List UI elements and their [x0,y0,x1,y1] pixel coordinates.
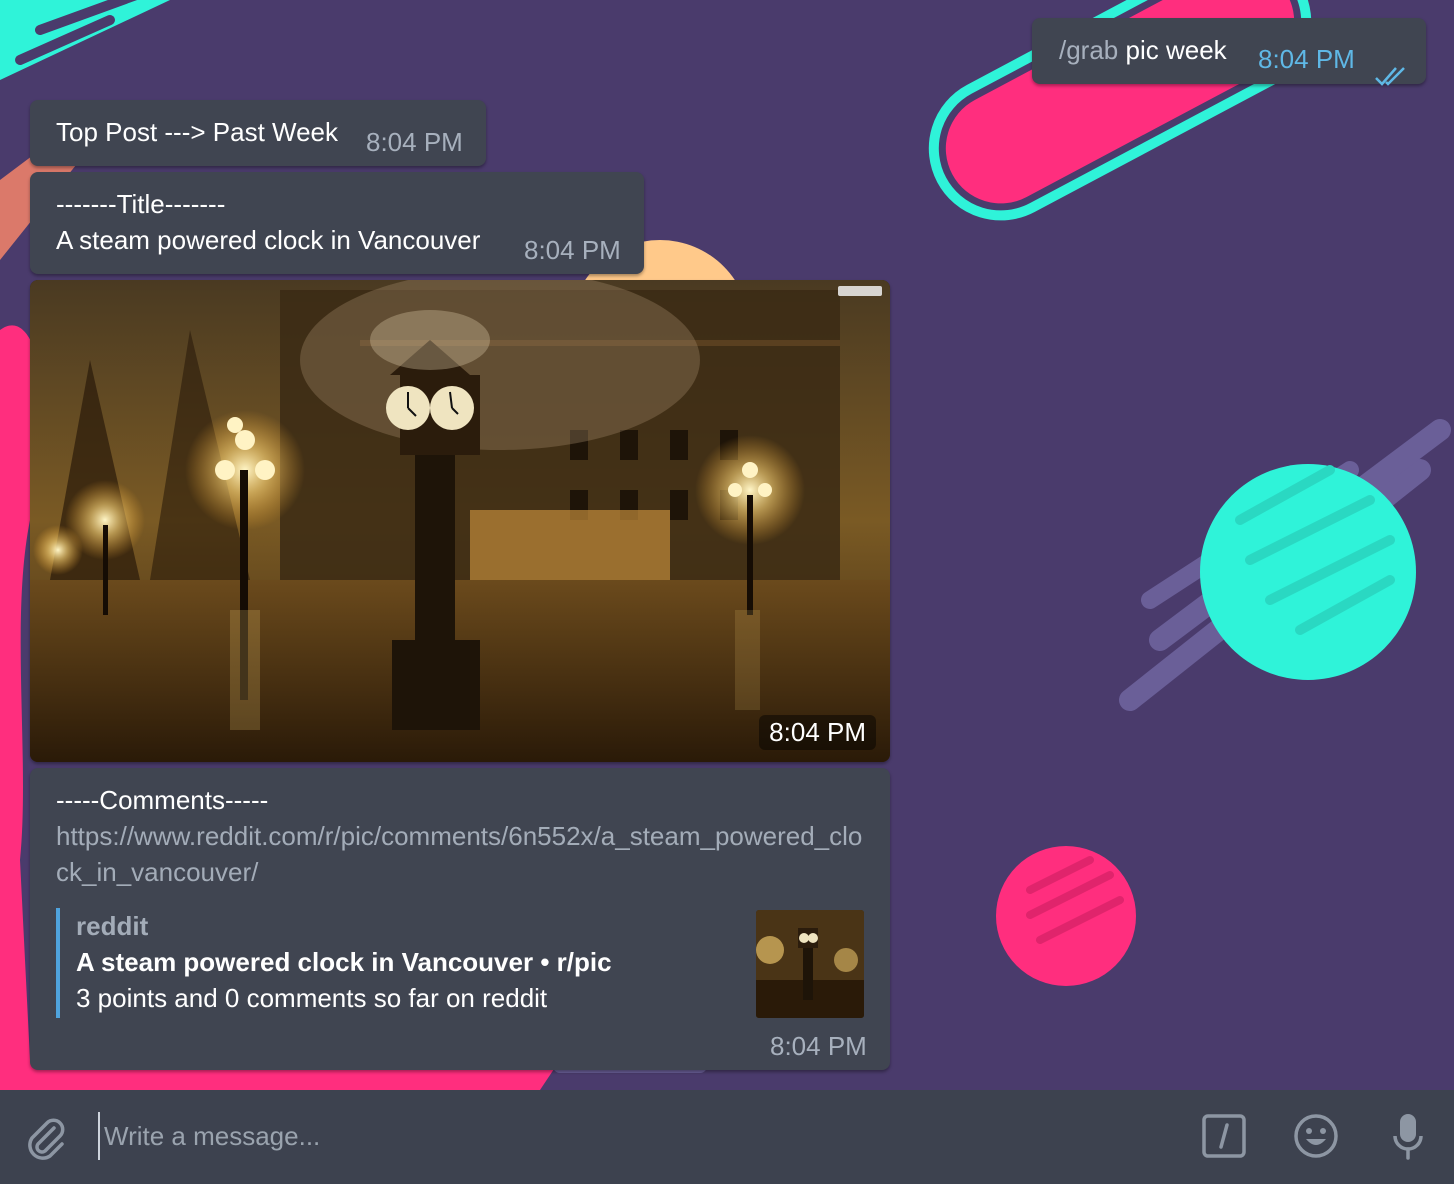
preview-description: 3 points and 0 comments so far on reddit [76,983,548,1013]
bot-command[interactable]: /grab [1059,35,1118,65]
message-text-line: -------Title------- [56,189,226,219]
incoming-message[interactable]: Top Post ---> Past Week 8:04 PM [30,100,486,166]
message-text-line: A steam powered clock in Vancouver [56,225,481,255]
message-text: /grab pic week [1059,32,1227,68]
message-composer [0,1090,1454,1184]
message-text: Top Post ---> Past Week [56,117,339,147]
preview-thumbnail[interactable] [756,910,864,1018]
incoming-message[interactable]: -----Comments----- https://www.reddit.co… [30,768,890,1070]
message-time: 8:04 PM [366,127,463,157]
paperclip-icon[interactable] [24,1114,66,1160]
photo-message[interactable]: 8:04 PM [30,280,890,762]
message-text-line: -----Comments----- [56,785,269,815]
emoji-icon[interactable] [1293,1113,1339,1159]
comments-link[interactable]: https://www.reddit.com/r/pic/comments/6n… [56,818,866,890]
microphone-icon[interactable] [1392,1112,1424,1162]
photo-time: 8:04 PM [759,715,876,750]
incoming-message[interactable]: -------Title------- A steam powered cloc… [30,172,644,274]
message-input[interactable] [98,1112,1158,1160]
outgoing-message[interactable]: /grab pic week 8:04 PM [1032,18,1426,86]
message-time: 8:04 PM [524,235,621,265]
bot-commands-icon[interactable] [1202,1114,1246,1158]
command-args: pic week [1125,35,1227,65]
steam-clock-photo [30,280,890,762]
double-check-icon [1375,67,1405,86]
message-time: 8:04 PM [770,1031,867,1061]
message-time: 8:04 PM [1258,44,1355,74]
preview-title: A steam powered clock in Vancouver • r/p… [76,947,612,977]
preview-site-name: reddit [76,911,149,941]
link-preview[interactable]: reddit A steam powered clock in Vancouve… [56,908,866,1018]
